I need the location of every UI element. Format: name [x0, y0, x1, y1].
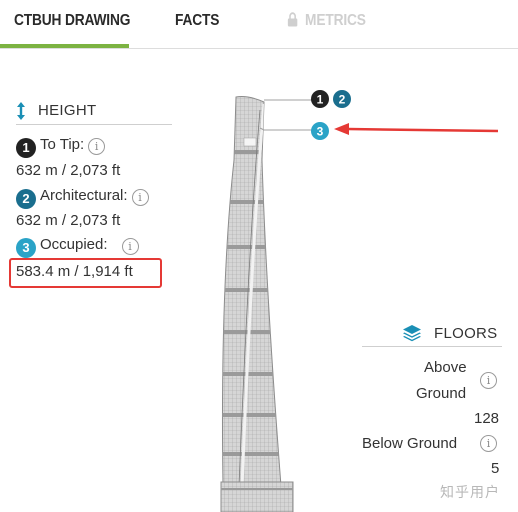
- lock-icon: [287, 2, 298, 44]
- info-icon[interactable]: i: [480, 435, 497, 452]
- annotation-arrow: [334, 123, 499, 135]
- above-ground-label-line2: Ground: [416, 385, 467, 402]
- marker-badge-1: 1: [16, 138, 36, 158]
- tab-metrics-label: METRICS: [305, 12, 366, 29]
- below-ground-value: 5: [491, 460, 500, 477]
- height-item-occupied: 3 Occupied: i: [16, 236, 139, 258]
- tower-podium: [220, 481, 294, 512]
- marker-3: 3: [311, 122, 329, 140]
- to-tip-label: To Tip:: [40, 136, 85, 153]
- marker-badge-2: 2: [16, 189, 36, 209]
- svg-text:3: 3: [317, 125, 324, 139]
- architectural-value: 632 m / 2,073 ft: [16, 212, 121, 229]
- svg-text:1: 1: [317, 93, 324, 107]
- watermark: 知乎用户: [440, 485, 500, 501]
- info-icon[interactable]: i: [480, 372, 497, 389]
- marker-badge-3: 3: [16, 238, 36, 258]
- info-icon[interactable]: i: [131, 189, 149, 206]
- architectural-label: Architectural:: [40, 187, 128, 204]
- occupied-highlight-box: [9, 258, 162, 288]
- height-item-architectural: 2 Architectural: i: [16, 187, 149, 209]
- occupied-label: Occupied:: [40, 236, 108, 253]
- tab-bar: CTBUH DRAWING FACTS METRICS: [0, 0, 518, 49]
- info-icon[interactable]: i: [121, 238, 139, 255]
- info-icon[interactable]: i: [88, 138, 106, 155]
- below-ground-label: Below Ground: [362, 435, 458, 452]
- floors-section-header: FLOORS: [362, 322, 502, 347]
- above-ground-value: 128: [474, 410, 500, 427]
- active-tab-indicator: [0, 44, 129, 48]
- marker-2: 2: [333, 90, 351, 108]
- marker-1: 1: [311, 90, 329, 108]
- svg-text:2: 2: [339, 93, 346, 107]
- height-item-to-tip: 1 To Tip: i: [16, 136, 106, 158]
- above-ground-label-line1: Above: [424, 359, 467, 376]
- tab-facts[interactable]: FACTS: [175, 0, 219, 44]
- leader-line-occupied: [259, 127, 316, 131]
- tab-metrics: METRICS: [287, 0, 366, 44]
- tab-ctbuh-drawing[interactable]: CTBUH DRAWING: [14, 0, 130, 44]
- to-tip-value: 632 m / 2,073 ft: [16, 162, 121, 179]
- height-section-header: HEIGHT: [16, 100, 172, 125]
- stack-layers-icon: [402, 324, 422, 347]
- vertical-arrows-icon: [16, 101, 26, 125]
- floors-title: FLOORS: [434, 325, 498, 342]
- height-title: HEIGHT: [38, 102, 97, 119]
